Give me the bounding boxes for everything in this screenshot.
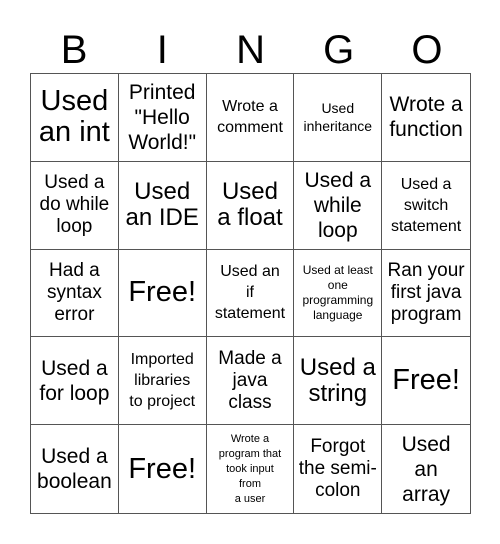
- bingo-cell-text: Free!: [392, 364, 460, 397]
- bingo-cell[interactable]: Wrote a function: [382, 74, 470, 162]
- bingo-cell[interactable]: Used an array: [382, 425, 470, 513]
- bingo-cell-text: Used an if statement: [214, 263, 286, 323]
- header-letter-g: G: [323, 28, 355, 72]
- bingo-cell[interactable]: Had a syntax error: [31, 249, 119, 338]
- bingo-cell-text: Used a do while loop: [39, 172, 110, 238]
- bingo-cell-text: Used an IDE: [125, 178, 199, 232]
- bingo-cell-text: Free!: [128, 276, 197, 309]
- bingo-header: B I N G O: [30, 28, 471, 72]
- bingo-cell-text: Wrote a comment: [217, 98, 283, 137]
- bingo-cell-text: Used inheritance: [303, 100, 373, 135]
- bingo-cell-text: Used a string: [299, 353, 376, 407]
- bingo-grid: Used an int Printed "Hello World!" Wrote a…: [30, 73, 471, 514]
- bingo-cell[interactable]: Free!: [118, 249, 207, 338]
- bingo-cell-text: Used a switch statement: [390, 175, 462, 235]
- bingo-cell[interactable]: Made a java class: [206, 337, 295, 426]
- bingo-cell-text: Used a float: [217, 178, 283, 232]
- bingo-cell-text: Used at least one programming language: [302, 262, 374, 322]
- bingo-cell[interactable]: Used a string: [294, 337, 383, 426]
- header-letter-i: I: [156, 28, 168, 72]
- bingo-cell-text: Imported libraries to project: [129, 351, 196, 411]
- bingo-cell-text: Used a while loop: [304, 168, 372, 242]
- header-letter-o: O: [411, 28, 443, 72]
- bingo-cell[interactable]: Used an if statement: [206, 249, 295, 338]
- bingo-cell[interactable]: Wrote a comment: [206, 74, 295, 162]
- bingo-cell[interactable]: Forgot the semi- colon: [294, 425, 383, 513]
- bingo-cell[interactable]: Ran your first java program: [382, 250, 470, 338]
- bingo-cell[interactable]: Free!: [382, 337, 470, 426]
- bingo-cell[interactable]: Used a while loop: [294, 161, 383, 250]
- bingo-cell[interactable]: Imported libraries to project: [118, 337, 207, 426]
- bingo-cell-text: Forgot the semi- colon: [298, 436, 377, 502]
- bingo-cell[interactable]: Used a switch statement: [382, 162, 470, 250]
- bingo-cell-text: Printed "Hello World!": [128, 80, 197, 154]
- bingo-cell[interactable]: Used an IDE: [118, 161, 207, 250]
- bingo-cell[interactable]: Used a boolean: [31, 425, 119, 513]
- bingo-cell-text: Used an array: [401, 432, 451, 506]
- bingo-cell-text: Used a for loop: [39, 356, 110, 405]
- bingo-cell-text: Free!: [128, 452, 197, 485]
- bingo-cell[interactable]: Used an int: [31, 74, 119, 162]
- bingo-cell[interactable]: Used a for loop: [31, 337, 119, 426]
- bingo-cell-text: Ran your first java program: [387, 259, 465, 325]
- bingo-cell[interactable]: Used a float: [206, 161, 295, 250]
- header-letter-b: B: [60, 28, 88, 72]
- bingo-cell[interactable]: Used a do while loop: [31, 161, 119, 250]
- bingo-cell-text: Had a syntax error: [46, 259, 102, 325]
- bingo-cell[interactable]: Free!: [119, 425, 207, 513]
- header-letter-n: N: [236, 28, 265, 72]
- bingo-cell-text: Wrote a function: [389, 93, 463, 142]
- bingo-cell[interactable]: Used inheritance: [294, 74, 383, 162]
- bingo-cell[interactable]: Printed "Hello World!": [118, 74, 207, 162]
- bingo-cell[interactable]: Used at least one programming language: [294, 249, 383, 338]
- bingo-cell-text: Wrote a program that took input from a u…: [218, 432, 282, 505]
- bingo-cell-text: Made a java class: [218, 347, 282, 413]
- bingo-cell[interactable]: Wrote a program that took input from a u…: [207, 425, 295, 513]
- bingo-cell-text: Used an int: [38, 85, 110, 149]
- bingo-cell-text: Used a boolean: [37, 445, 112, 494]
